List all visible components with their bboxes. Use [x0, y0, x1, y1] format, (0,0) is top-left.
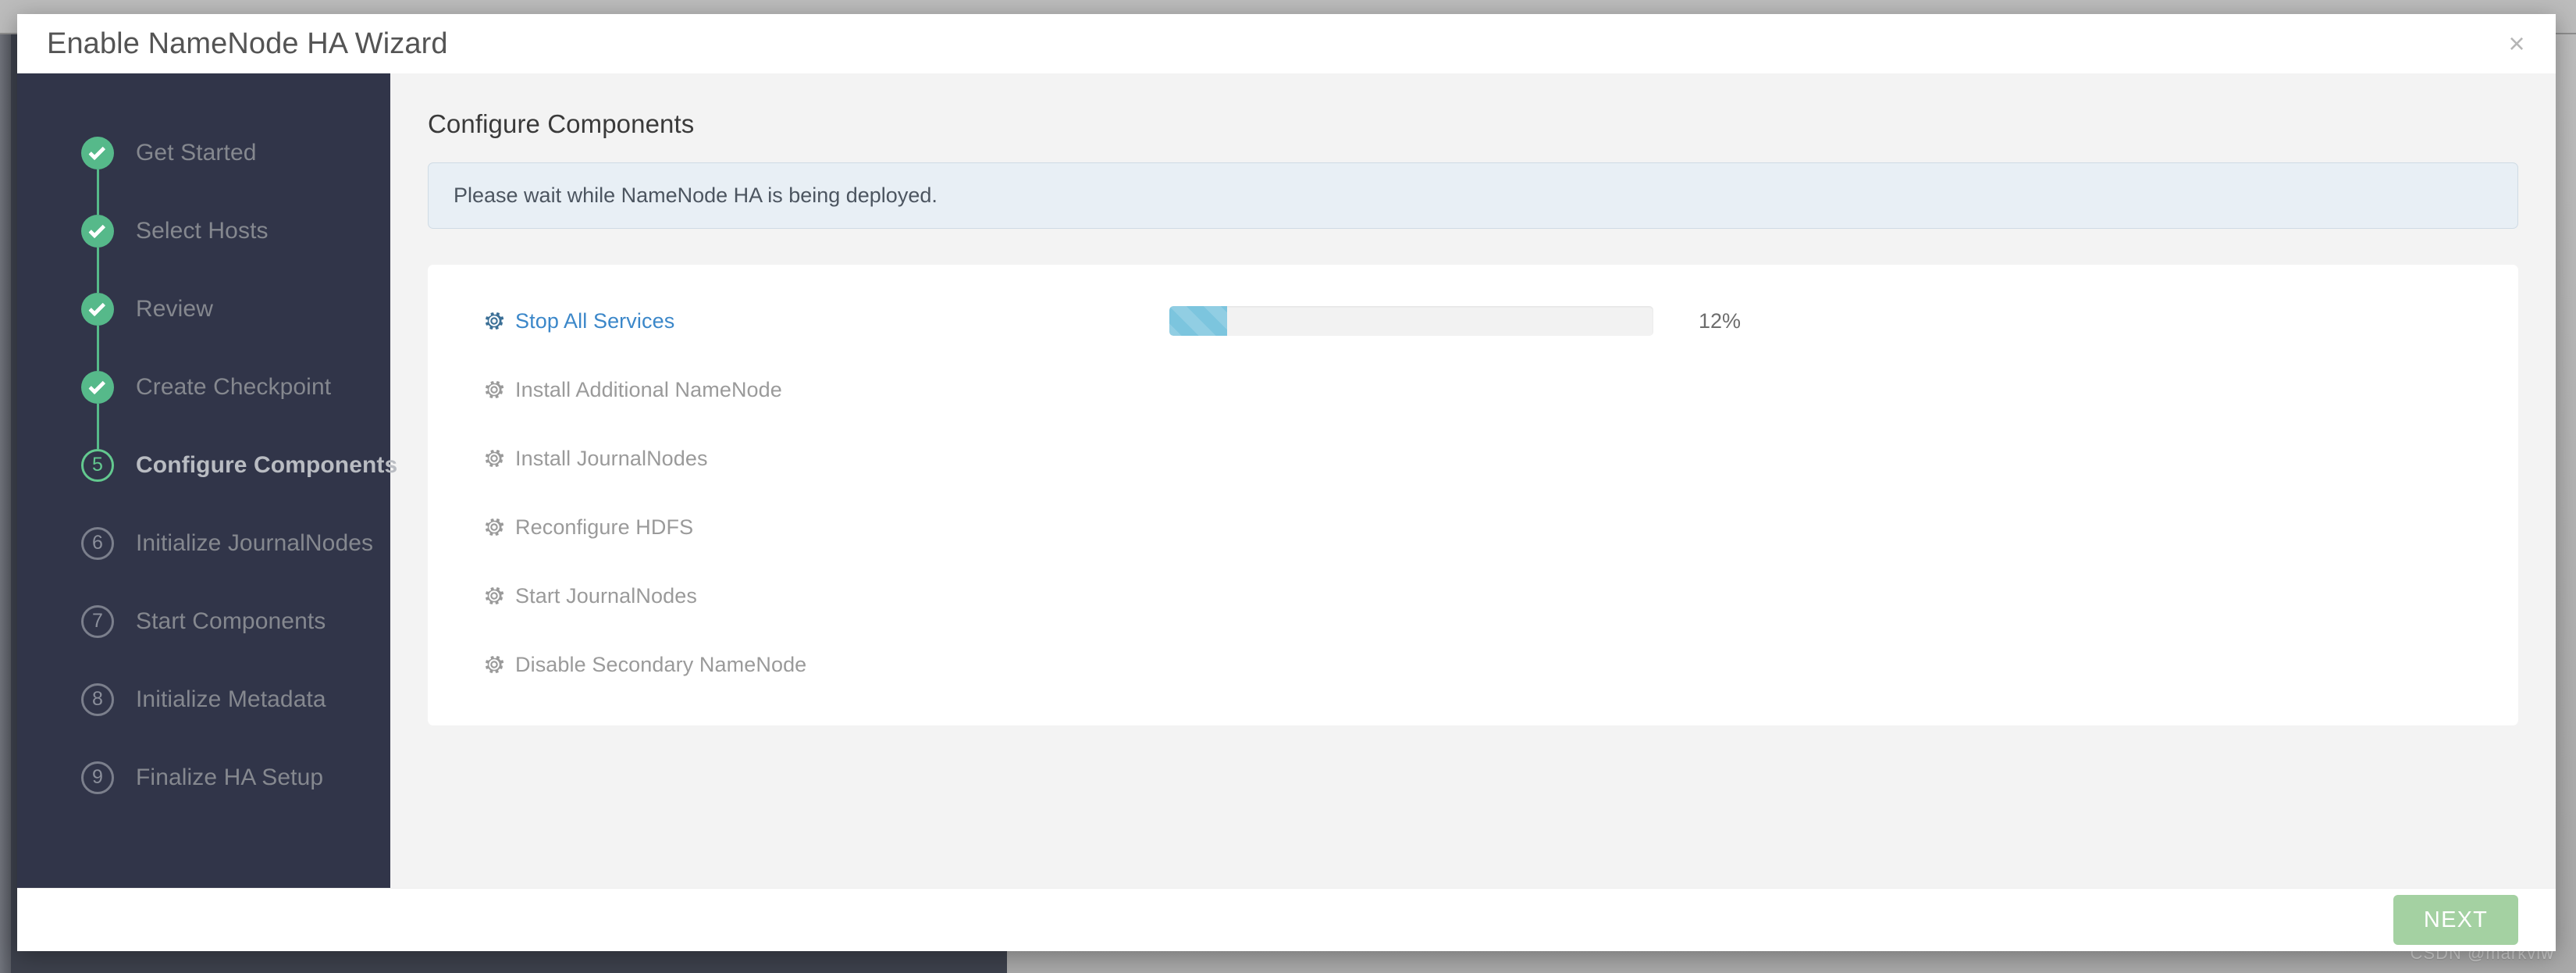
task-row: Install JournalNodes — [428, 424, 2518, 493]
task-label: Reconfigure HDFS — [515, 515, 693, 540]
sidebar-item-review[interactable]: Review — [17, 270, 390, 348]
task-name-group: Reconfigure HDFS — [482, 515, 1169, 540]
gear-icon — [482, 515, 506, 539]
step-number: 8 — [92, 690, 103, 709]
step-number: 5 — [92, 455, 103, 475]
step-number-badge: 8 — [81, 683, 114, 716]
task-label[interactable]: Stop All Services — [515, 309, 674, 333]
gear-icon — [482, 309, 506, 333]
step-complete-check-icon — [81, 215, 114, 248]
task-label: Disable Secondary NameNode — [515, 653, 806, 677]
sidebar-item-finalize-ha-setup[interactable]: 9 Finalize HA Setup — [17, 739, 390, 817]
sidebar-item-label: Configure Components — [136, 452, 397, 479]
task-label: Start JournalNodes — [515, 584, 697, 608]
sidebar-item-label: Select Hosts — [136, 218, 269, 244]
task-row: Stop All Services 12% — [428, 287, 2518, 355]
task-progress-bar — [1169, 306, 1653, 336]
task-name-group: Start JournalNodes — [482, 584, 1169, 608]
modal-header: Enable NameNode HA Wizard × — [17, 14, 2556, 73]
step-number-badge: 7 — [81, 605, 114, 638]
task-name-group: Install JournalNodes — [482, 447, 1169, 471]
gear-icon — [482, 653, 506, 676]
task-name-group: Disable Secondary NameNode — [482, 653, 1169, 677]
step-number: 9 — [92, 768, 103, 787]
modal-body: Get Started Select Hosts Review Create C… — [17, 73, 2556, 888]
step-number: 6 — [92, 533, 103, 553]
wizard-content-pane: Configure Components Please wait while N… — [390, 73, 2556, 888]
sidebar-item-initialize-metadata[interactable]: 8 Initialize Metadata — [17, 661, 390, 739]
sidebar-item-label: Review — [136, 296, 213, 323]
sidebar-item-label: Initialize JournalNodes — [136, 530, 373, 557]
step-complete-check-icon — [81, 137, 114, 169]
modal-footer: NEXT — [17, 888, 2556, 951]
sidebar-item-label: Initialize Metadata — [136, 686, 326, 713]
sidebar-item-create-checkpoint[interactable]: Create Checkpoint — [17, 348, 390, 426]
gear-icon — [482, 584, 506, 608]
task-name-group: Install Additional NameNode — [482, 378, 1169, 402]
gear-icon — [482, 447, 506, 470]
step-number-badge: 9 — [81, 761, 114, 794]
step-complete-check-icon — [81, 371, 114, 404]
sidebar-item-label: Finalize HA Setup — [136, 764, 323, 791]
task-list-card: Stop All Services 12% — [428, 265, 2518, 725]
sidebar-item-get-started[interactable]: Get Started — [17, 114, 390, 192]
step-complete-check-icon — [81, 293, 114, 326]
task-name-group: Stop All Services — [482, 309, 1169, 333]
sidebar-item-label: Start Components — [136, 608, 326, 635]
task-row: Reconfigure HDFS — [428, 493, 2518, 561]
page-title: Enable NameNode HA Wizard — [47, 27, 448, 61]
background-left-rail — [0, 34, 11, 973]
task-row: Install Additional NameNode — [428, 355, 2518, 424]
task-label: Install JournalNodes — [515, 447, 708, 471]
step-number-badge: 6 — [81, 527, 114, 560]
task-row: Disable Secondary NameNode — [428, 630, 2518, 699]
content-heading: Configure Components — [428, 109, 2518, 139]
sidebar-item-label: Get Started — [136, 140, 257, 166]
task-progress-fill — [1169, 306, 1227, 336]
next-button[interactable]: NEXT — [2393, 895, 2518, 945]
sidebar-item-select-hosts[interactable]: Select Hosts — [17, 192, 390, 270]
close-icon[interactable]: × — [2500, 27, 2534, 61]
enable-namenode-ha-wizard-modal: Enable NameNode HA Wizard × Get Started … — [17, 14, 2556, 951]
wizard-step-sidebar: Get Started Select Hosts Review Create C… — [17, 73, 390, 888]
gear-icon — [482, 378, 506, 401]
sidebar-item-initialize-journalnodes[interactable]: 6 Initialize JournalNodes — [17, 504, 390, 583]
status-banner: Please wait while NameNode HA is being d… — [428, 162, 2518, 229]
step-number-badge: 5 — [81, 449, 114, 482]
task-row: Start JournalNodes — [428, 561, 2518, 630]
task-progress-percent: 12% — [1699, 309, 1741, 333]
sidebar-item-configure-components[interactable]: 5 Configure Components — [17, 426, 390, 504]
sidebar-item-start-components[interactable]: 7 Start Components — [17, 583, 390, 661]
sidebar-item-label: Create Checkpoint — [136, 374, 331, 401]
task-label: Install Additional NameNode — [515, 378, 782, 402]
step-number: 7 — [92, 611, 103, 631]
